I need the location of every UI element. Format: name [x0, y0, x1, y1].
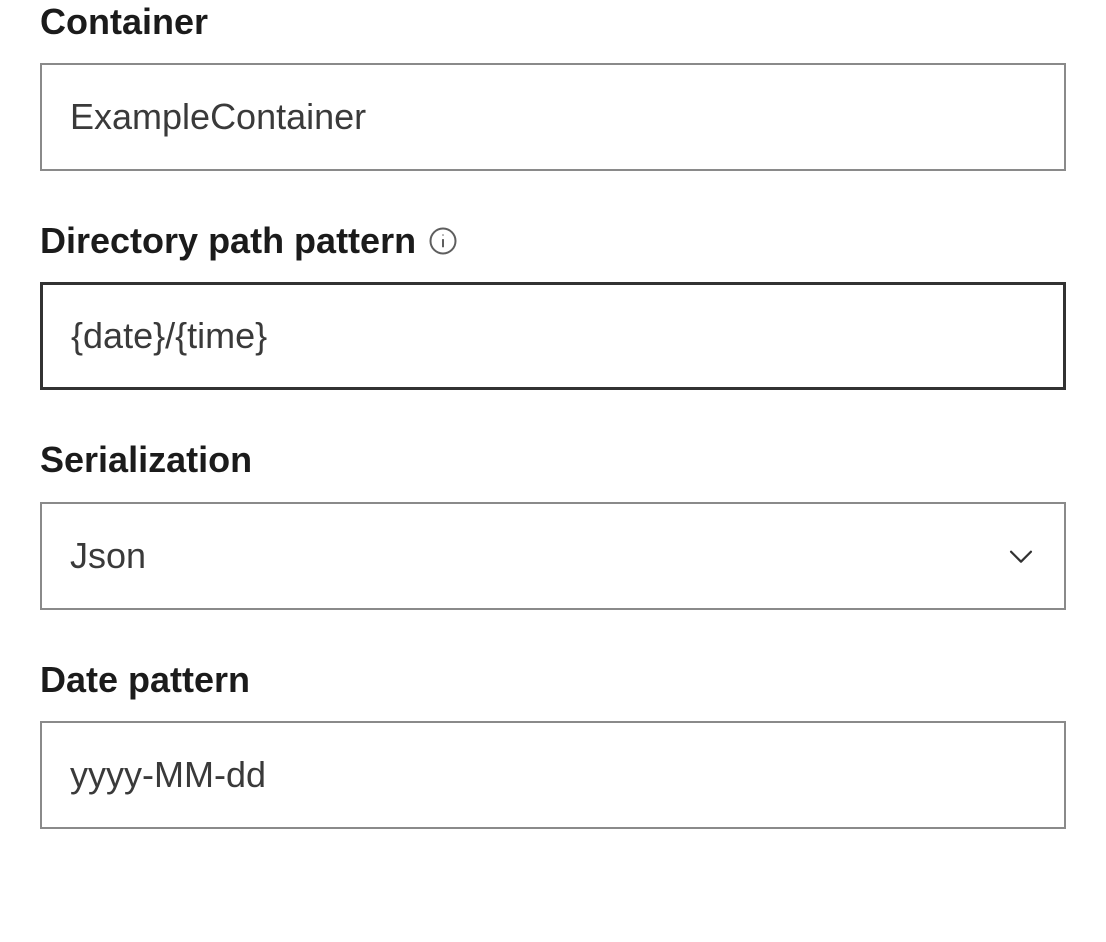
directory-path-pattern-label-row: Directory path pattern	[40, 219, 1066, 262]
serialization-label-row: Serialization	[40, 438, 1066, 481]
serialization-field-group: Serialization	[40, 438, 1066, 609]
date-pattern-field-group: Date pattern	[40, 658, 1066, 829]
container-field-group: Container	[40, 0, 1066, 171]
container-label: Container	[40, 0, 208, 43]
date-pattern-label: Date pattern	[40, 658, 250, 701]
info-icon[interactable]	[428, 226, 458, 256]
directory-path-pattern-input[interactable]	[40, 282, 1066, 390]
serialization-label: Serialization	[40, 438, 252, 481]
date-pattern-label-row: Date pattern	[40, 658, 1066, 701]
directory-path-pattern-label: Directory path pattern	[40, 219, 416, 262]
container-label-row: Container	[40, 0, 1066, 43]
serialization-select-wrapper	[40, 502, 1066, 610]
serialization-select[interactable]	[40, 502, 1066, 610]
date-pattern-input[interactable]	[40, 721, 1066, 829]
directory-path-pattern-field-group: Directory path pattern	[40, 219, 1066, 390]
container-input[interactable]	[40, 63, 1066, 171]
